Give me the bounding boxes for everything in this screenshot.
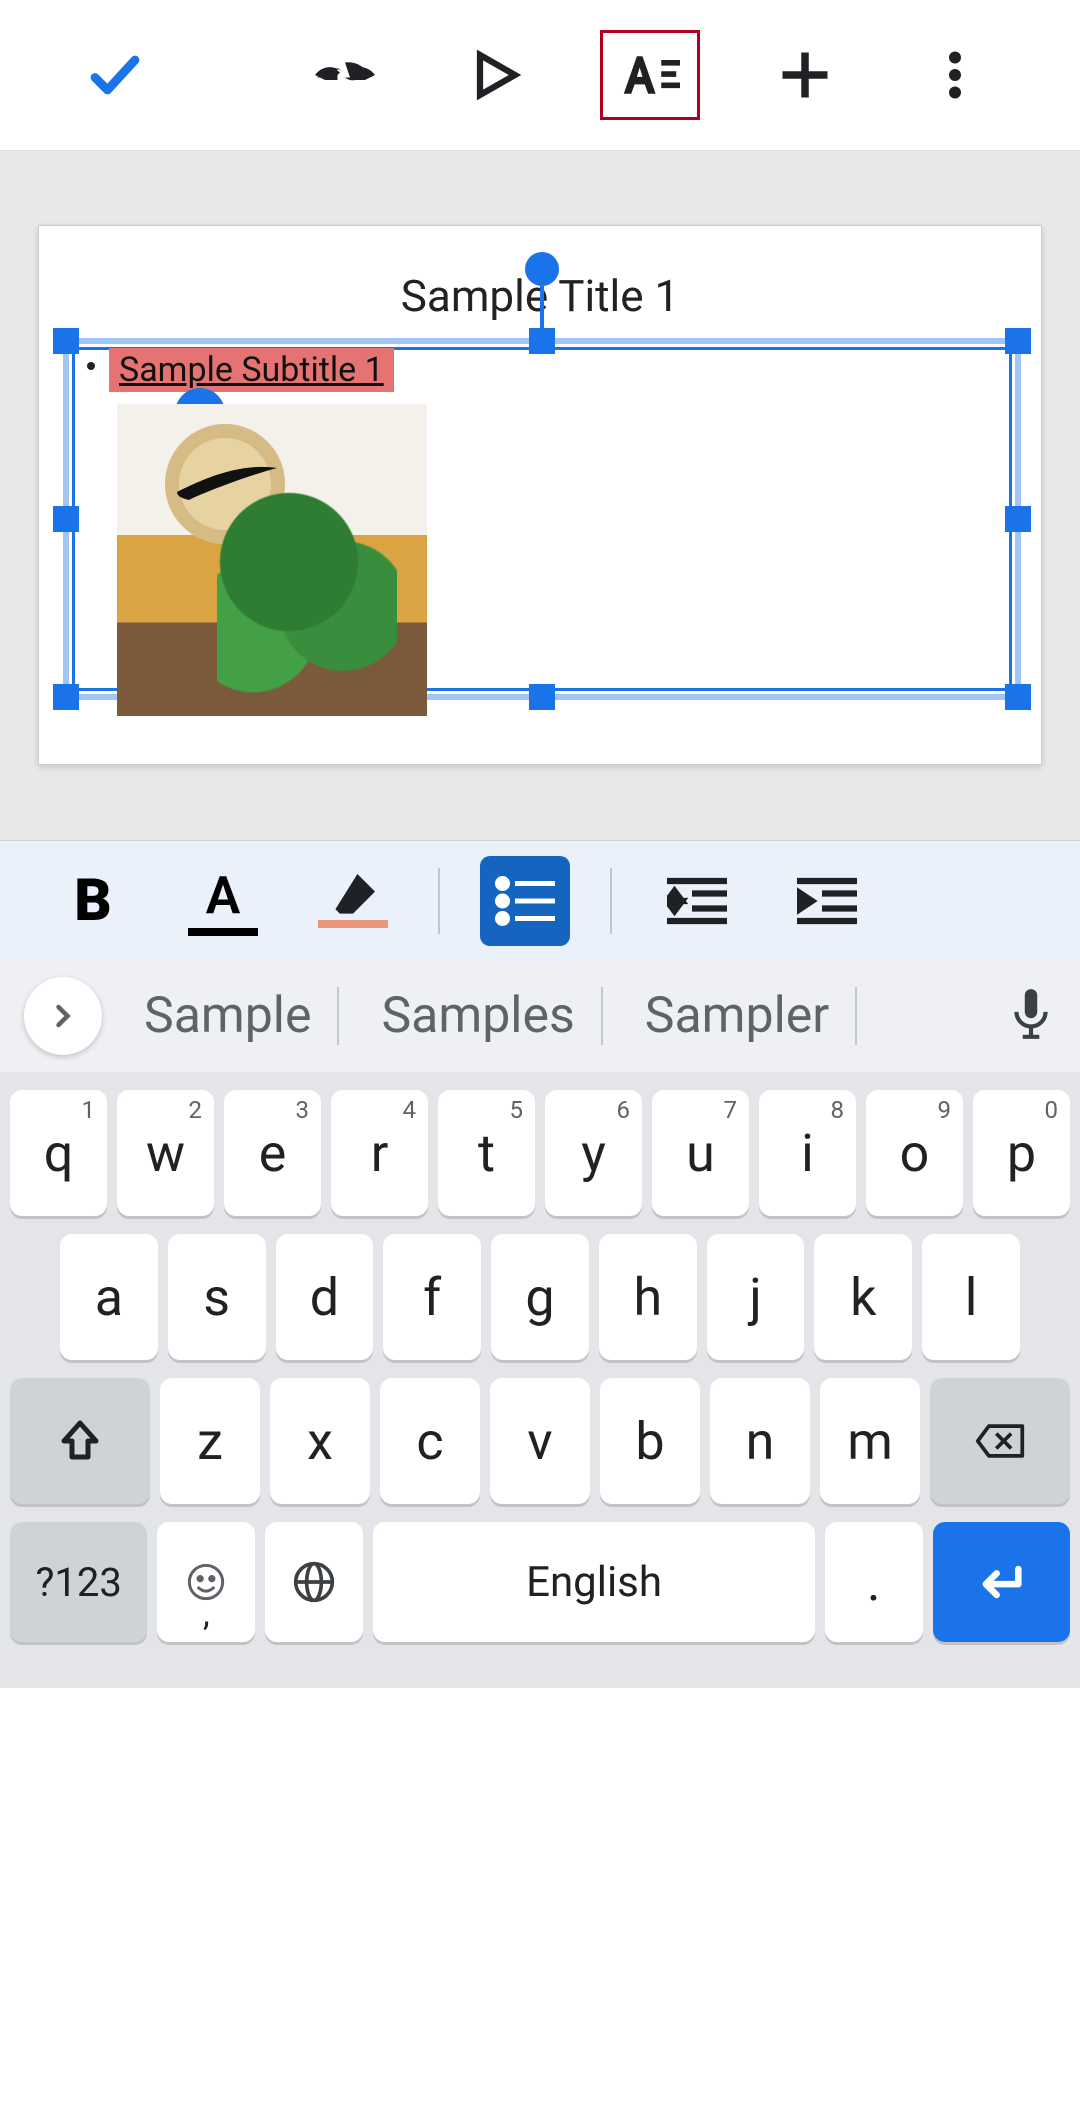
bulleted-list-button[interactable]: [480, 856, 570, 946]
key-m[interactable]: m: [820, 1378, 920, 1504]
key-t[interactable]: t5: [438, 1090, 535, 1216]
top-toolbar: [0, 0, 1080, 150]
more-button[interactable]: [910, 30, 1000, 120]
resize-handle-mid-bottom[interactable]: [529, 684, 555, 710]
undo-redo-button[interactable]: [300, 30, 390, 120]
suggestion-3[interactable]: Sampler: [619, 987, 857, 1045]
slide-image[interactable]: [117, 404, 427, 716]
spacebar-key[interactable]: English: [373, 1522, 814, 1642]
key-u[interactable]: u7: [652, 1090, 749, 1216]
key-b[interactable]: b: [600, 1378, 700, 1504]
separator: [438, 868, 440, 934]
key-k[interactable]: k: [814, 1234, 912, 1360]
bold-button[interactable]: B: [48, 856, 138, 946]
key-a[interactable]: a: [60, 1234, 158, 1360]
bullet-icon: [87, 362, 95, 370]
slide-subtitle[interactable]: Sample Subtitle 1: [109, 348, 394, 392]
suggestion-1[interactable]: Sample: [118, 987, 339, 1045]
key-n[interactable]: n: [710, 1378, 810, 1504]
highlight-button[interactable]: [308, 856, 398, 946]
language-key[interactable]: [265, 1522, 363, 1642]
key-d[interactable]: d: [276, 1234, 374, 1360]
key-v[interactable]: v: [490, 1378, 590, 1504]
emoji-key[interactable]: ,: [157, 1522, 255, 1642]
key-p[interactable]: p0: [973, 1090, 1070, 1216]
text-color-button[interactable]: A: [178, 856, 268, 946]
key-h[interactable]: h: [599, 1234, 697, 1360]
suggestion-2[interactable]: Samples: [355, 987, 602, 1045]
slide[interactable]: Sample Title 1 Sample Subtitle 1: [38, 225, 1042, 765]
key-s[interactable]: s: [168, 1234, 266, 1360]
key-w[interactable]: w2: [117, 1090, 214, 1216]
key-z[interactable]: z: [160, 1378, 260, 1504]
text-color-swatch: [188, 928, 258, 936]
play-button[interactable]: [450, 30, 540, 120]
key-g[interactable]: g: [491, 1234, 589, 1360]
key-e[interactable]: e3: [224, 1090, 321, 1216]
backspace-key[interactable]: [930, 1378, 1070, 1504]
symbols-key[interactable]: ?123: [10, 1522, 147, 1642]
keyboard-suggestion-row: Sample Samples Sampler: [0, 960, 1080, 1072]
format-toolbar: B A: [0, 840, 1080, 960]
key-r[interactable]: r4: [331, 1090, 428, 1216]
resize-handle-bottom-right[interactable]: [1005, 684, 1031, 710]
shift-key[interactable]: [10, 1378, 150, 1504]
key-c[interactable]: c: [380, 1378, 480, 1504]
slide-canvas[interactable]: Sample Title 1 Sample Subtitle 1: [0, 150, 1080, 840]
decrease-indent-button[interactable]: [652, 856, 742, 946]
on-screen-keyboard: q1w2e3r4t5y6u7i8o9p0 asdfghjkl zxcvbnm ?…: [0, 1072, 1080, 1688]
confirm-button[interactable]: [70, 30, 160, 120]
subtitle-textbox-selection[interactable]: Sample Subtitle 1: [63, 338, 1021, 700]
key-q[interactable]: q1: [10, 1090, 107, 1216]
voice-input-button[interactable]: [1006, 987, 1056, 1045]
separator: [610, 868, 612, 934]
resize-handle-top-right[interactable]: [1005, 328, 1031, 354]
key-f[interactable]: f: [383, 1234, 481, 1360]
increase-indent-button[interactable]: [782, 856, 872, 946]
rotate-connector: [540, 286, 544, 334]
resize-handle-mid-right[interactable]: [1005, 506, 1031, 532]
resize-handle-top-left[interactable]: [53, 328, 79, 354]
key-o[interactable]: o9: [866, 1090, 963, 1216]
text-format-button[interactable]: [600, 30, 700, 120]
resize-handle-mid-top[interactable]: [529, 328, 555, 354]
key-x[interactable]: x: [270, 1378, 370, 1504]
comma-sublabel: ,: [203, 1594, 210, 1634]
key-j[interactable]: j: [707, 1234, 805, 1360]
expand-toolbar-button[interactable]: [24, 977, 102, 1055]
rotate-handle[interactable]: [525, 252, 559, 286]
key-y[interactable]: y6: [545, 1090, 642, 1216]
enter-key[interactable]: [933, 1522, 1070, 1642]
swoosh-icon: [177, 462, 277, 502]
key-l[interactable]: l: [922, 1234, 1020, 1360]
add-button[interactable]: [760, 30, 850, 120]
resize-handle-bottom-left[interactable]: [53, 684, 79, 710]
resize-handle-mid-left[interactable]: [53, 506, 79, 532]
highlight-swatch: [318, 920, 388, 928]
key-i[interactable]: i8: [759, 1090, 856, 1216]
period-key[interactable]: .: [825, 1522, 923, 1642]
